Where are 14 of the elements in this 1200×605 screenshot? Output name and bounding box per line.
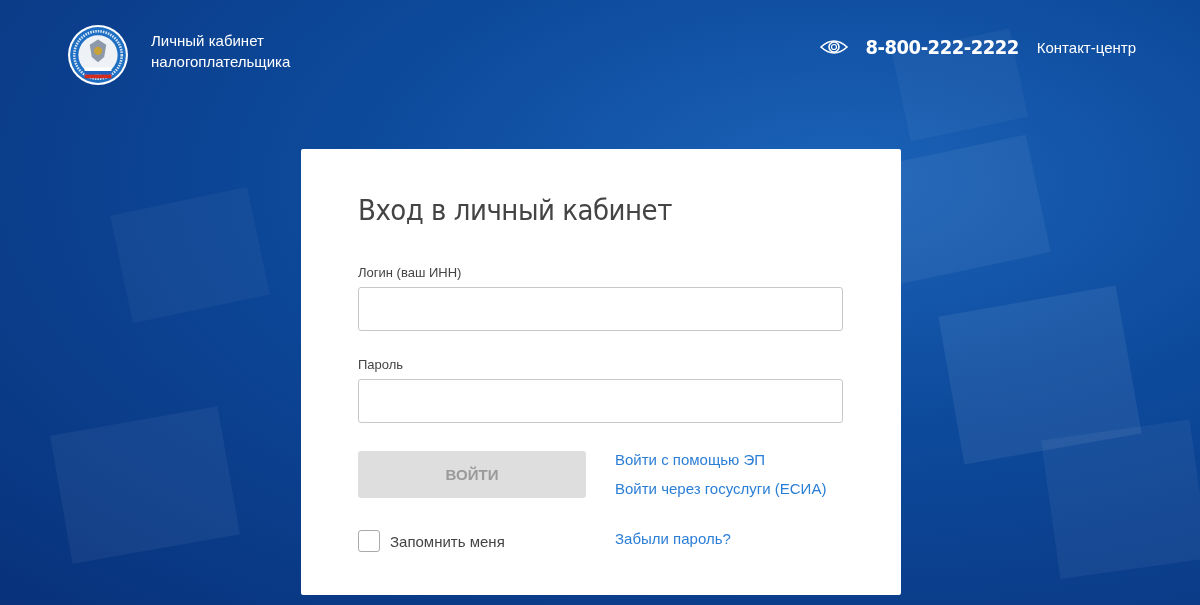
contact-center-link[interactable]: Контакт-центр — [1036, 38, 1136, 56]
site-title: Личный кабинет налогоплательщика — [151, 31, 291, 72]
eye-icon[interactable] — [819, 38, 848, 56]
login-option-link[interactable]: Войти через госуслуги (ЕСИА) — [615, 480, 827, 497]
forgot-password-link[interactable]: Забыли пароль? — [615, 530, 731, 547]
field-label: Пароль — [358, 357, 405, 372]
field-label: Логин (ваш ИНН) — [358, 265, 463, 280]
text-field[interactable] — [358, 287, 843, 331]
login-option-link[interactable]: Войти с помощью ЭП — [615, 451, 766, 468]
text-field[interactable] — [358, 379, 843, 423]
form-title: Вход в личный кабинет — [358, 193, 673, 227]
phone-number: 8-800-222-2222 — [865, 35, 1019, 59]
remember-checkbox[interactable] — [358, 530, 380, 552]
remember-label: Запомнить меня — [390, 532, 505, 550]
